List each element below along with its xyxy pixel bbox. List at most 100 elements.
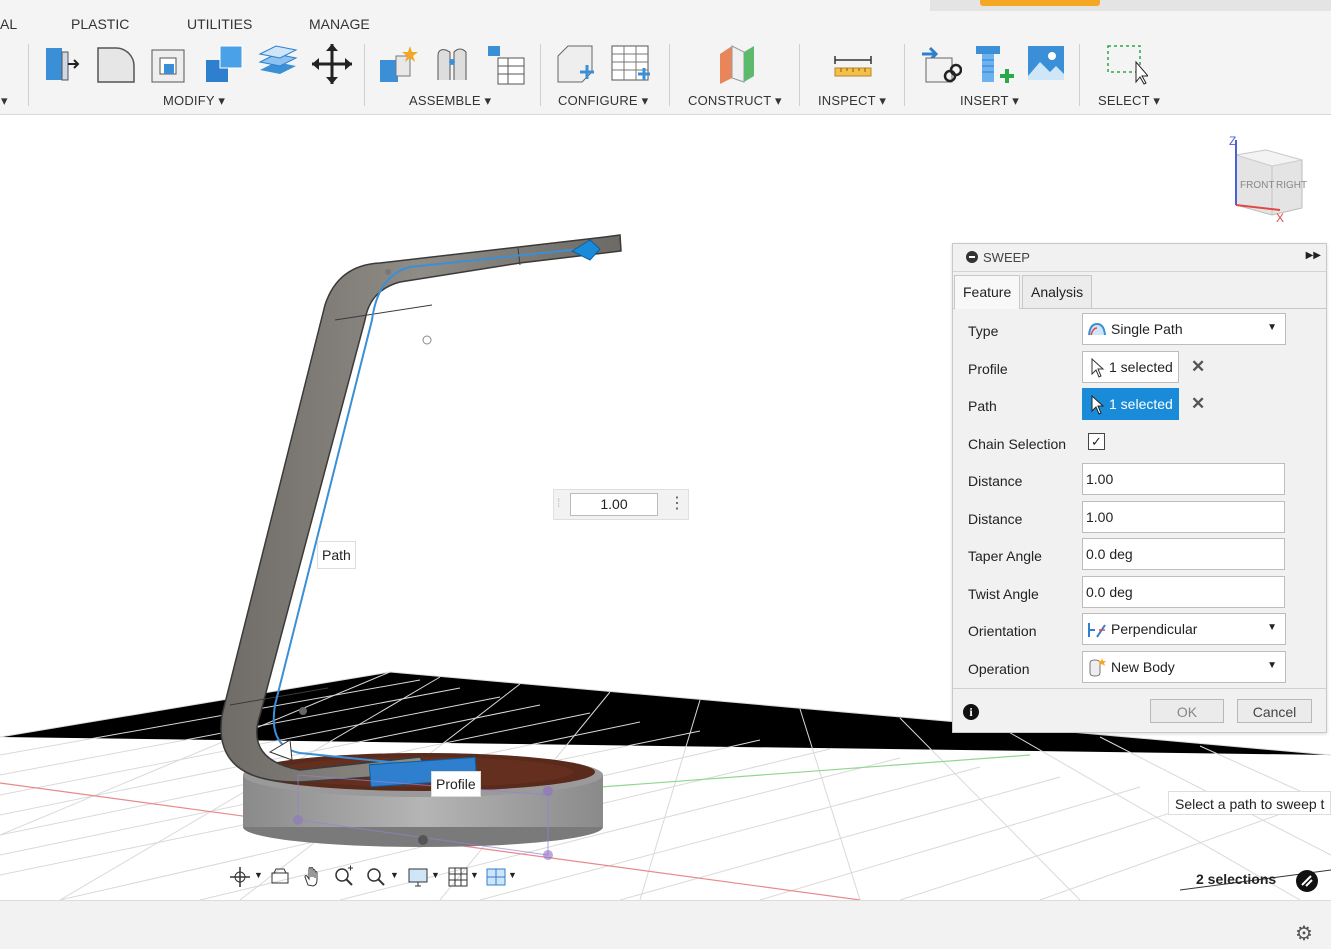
pan-icon[interactable] [300, 865, 324, 889]
create-menu-caret[interactable]: ▾ [1, 93, 8, 109]
drag-grip-icon[interactable]: ⁞ [557, 496, 560, 510]
distance-input-2[interactable]: 1.00 [1082, 501, 1285, 533]
display-settings-icon[interactable] [406, 865, 430, 889]
timeline-bar: ⚙ [0, 900, 1331, 949]
divider [669, 44, 670, 106]
profile-value: 1 selected [1109, 359, 1173, 375]
twist-angle-value: 0.0 deg [1086, 584, 1133, 600]
fillet-icon[interactable] [94, 42, 138, 86]
chevron-down-icon[interactable]: ▼ [431, 870, 440, 880]
shell-icon[interactable] [148, 42, 192, 86]
ok-button[interactable]: OK [1150, 699, 1224, 723]
tab-feature[interactable]: Feature [954, 275, 1021, 309]
press-pull-icon[interactable] [40, 42, 84, 86]
configure-icon[interactable] [554, 42, 598, 86]
collapse-icon[interactable] [966, 251, 978, 263]
type-value: Single Path [1111, 321, 1183, 337]
chevron-down-icon[interactable]: ▼ [254, 870, 263, 880]
select-icon[interactable] [1104, 42, 1150, 86]
insert-canvas-icon[interactable] [1024, 42, 1068, 86]
tab-analysis[interactable]: Analysis [1022, 275, 1093, 308]
viewcube-front-label[interactable]: FRONT [1240, 180, 1274, 191]
gear-icon[interactable]: ⚙ [1295, 921, 1313, 946]
combine-icon[interactable] [202, 42, 246, 86]
construct-menu[interactable]: CONSTRUCT ▾ [688, 93, 782, 109]
info-icon[interactable]: i [963, 704, 979, 720]
chevron-down-icon[interactable]: ▼ [470, 870, 479, 880]
insert-menu[interactable]: INSERT ▾ [960, 93, 1019, 109]
tab-utilities[interactable]: UTILITIES [187, 16, 252, 32]
insert-mcmaster-icon[interactable] [972, 42, 1016, 86]
more-options-icon[interactable]: ⋮ [669, 493, 685, 513]
path-value: 1 selected [1109, 396, 1173, 412]
cancel-button[interactable]: Cancel [1237, 699, 1312, 723]
distance-input-1[interactable]: 1.00 [1082, 463, 1285, 495]
new-component-icon[interactable] [376, 42, 420, 86]
move-icon[interactable] [310, 42, 354, 86]
fit-icon[interactable] [364, 865, 388, 889]
viewcube[interactable]: Z X FRONT RIGHT [1222, 130, 1322, 225]
distance-value-2: 1.00 [1086, 509, 1114, 525]
configuration-table-icon[interactable] [608, 42, 652, 86]
chevron-down-icon: ▼ [1267, 622, 1277, 633]
tab-sheet-metal[interactable]: AL [0, 16, 17, 32]
divider [1079, 44, 1080, 106]
divider [540, 44, 541, 106]
configure-menu[interactable]: CONFIGURE ▾ [558, 93, 648, 109]
offset-face-icon[interactable] [256, 42, 300, 86]
navigation-bar: ▼ ▼ ▼ ▼ ▼ [226, 863, 526, 891]
viewcube-right-label[interactable]: RIGHT [1276, 180, 1307, 191]
operation-dropdown[interactable]: New Body ▼ [1082, 651, 1286, 683]
chevron-down-icon[interactable]: ▼ [508, 870, 517, 880]
path-select-button[interactable]: 1 selected [1082, 388, 1179, 420]
measure-icon[interactable] [831, 42, 875, 86]
distance-manipulator: ⁞ 1.00 ⋮ [553, 489, 689, 520]
insert-derive-icon[interactable] [918, 42, 963, 86]
look-at-icon[interactable] [268, 865, 292, 889]
operation-row: Operation New Body ▼ [953, 651, 1326, 687]
select-menu[interactable]: SELECT ▾ [1098, 93, 1160, 109]
modify-menu[interactable]: MODIFY ▾ [163, 93, 225, 109]
orientation-row: Orientation Perpendicular ▼ [953, 613, 1326, 649]
divider [28, 44, 29, 106]
title-accent [980, 0, 1100, 6]
bill-of-materials-icon[interactable] [484, 42, 528, 86]
distance-row-1: Distance 1.00 [953, 463, 1326, 499]
assemble-menu[interactable]: ASSEMBLE ▾ [409, 93, 491, 109]
expand-icon[interactable]: ▶▶ [1306, 250, 1321, 261]
tab-plastic[interactable]: PLASTIC [71, 16, 129, 32]
distance-row-2: Distance 1.00 [953, 501, 1326, 537]
orientation-dropdown[interactable]: Perpendicular ▼ [1082, 613, 1286, 645]
profile-select-button[interactable]: 1 selected [1082, 351, 1179, 383]
profile-label: Profile [431, 771, 481, 797]
selection-filter-icon[interactable] [1296, 870, 1318, 892]
distance-manipulator-input[interactable]: 1.00 [570, 493, 658, 516]
toolbar: AL PLASTIC UTILITIES MANAGE ▾ MODIFY ▾ A… [0, 0, 1331, 115]
sweep-dialog-footer: i OK Cancel [953, 688, 1326, 733]
twist-angle-label: Twist Angle [968, 586, 1039, 602]
viewcube-x-label: X [1276, 211, 1284, 225]
taper-angle-input[interactable]: 0.0 deg [1082, 538, 1285, 570]
clear-path-icon[interactable]: ✕ [1191, 394, 1205, 414]
cursor-arrow-icon [1091, 358, 1105, 378]
path-field-label: Path [968, 398, 997, 414]
orbit-icon[interactable] [228, 865, 252, 889]
joint-icon[interactable] [430, 42, 474, 86]
distance-value-1: 1.00 [1086, 471, 1114, 487]
chain-selection-checkbox[interactable]: ✓ [1088, 433, 1105, 450]
grid-settings-icon[interactable] [446, 865, 470, 889]
type-dropdown[interactable]: Single Path ▼ [1082, 313, 1286, 345]
distance-label-2: Distance [968, 511, 1023, 527]
sweep-dialog-header[interactable]: SWEEP ▶▶ [953, 244, 1326, 272]
chain-selection-row: Chain Selection ✓ [953, 426, 1326, 462]
viewports-icon[interactable] [484, 865, 508, 889]
profile-field-label: Profile [968, 361, 1008, 377]
tab-manage[interactable]: MANAGE [309, 16, 370, 32]
twist-angle-input[interactable]: 0.0 deg [1082, 576, 1285, 608]
chevron-down-icon[interactable]: ▼ [390, 870, 399, 880]
zoom-icon[interactable] [332, 865, 356, 889]
selection-hint: Select a path to sweep t [1168, 791, 1331, 815]
clear-profile-icon[interactable]: ✕ [1191, 357, 1205, 377]
inspect-menu[interactable]: INSPECT ▾ [818, 93, 886, 109]
construction-plane-icon[interactable] [714, 42, 758, 86]
